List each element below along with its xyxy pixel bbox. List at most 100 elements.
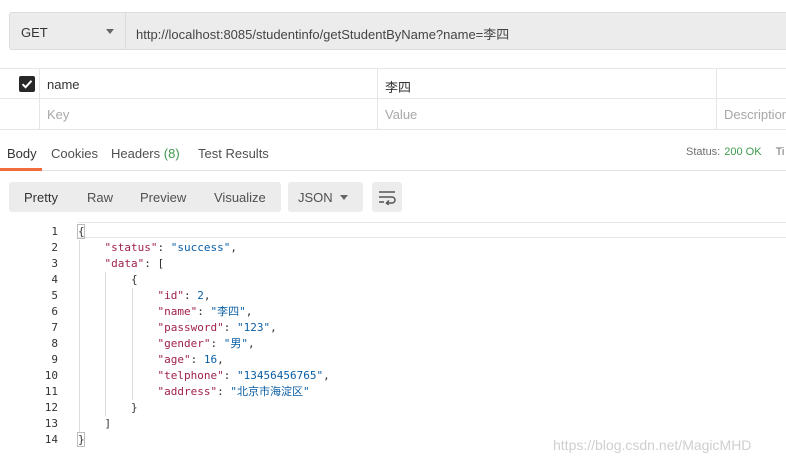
code-line: "address": "北京市海淀区" [78, 384, 310, 400]
json-value: 16 [203, 353, 218, 366]
json-punctuation [78, 257, 105, 270]
json-value: "13456456765" [236, 369, 324, 382]
code-line: "telphone": "13456456765", [78, 368, 330, 384]
json-punctuation: : [183, 289, 198, 302]
view-mode-raw[interactable]: Raw [87, 190, 113, 205]
line-number: 6 [51, 305, 58, 318]
json-punctuation [78, 305, 157, 318]
view-mode-preview[interactable]: Preview [140, 190, 186, 205]
json-punctuation: } [78, 401, 138, 414]
json-punctuation: , [245, 305, 253, 318]
active-tab-indicator [0, 168, 42, 171]
json-punctuation: , [203, 289, 211, 302]
param-row: name 李四 [0, 68, 786, 99]
line-number: 11 [44, 385, 58, 398]
method-select[interactable]: GET [9, 12, 126, 50]
line-number: 9 [51, 353, 58, 366]
wrap-lines-button[interactable] [372, 182, 402, 212]
tab-headers-label: Headers [111, 146, 161, 161]
json-value: 2 [197, 289, 204, 302]
json-punctuation: : [197, 305, 211, 318]
json-value: "李四" [210, 305, 246, 318]
matched-bracket-highlight [77, 432, 85, 447]
url-input[interactable]: http://localhost:8085/studentinfo/getStu… [125, 12, 786, 50]
json-punctuation: : [ [144, 257, 165, 270]
time-label-truncated: Ti [775, 146, 785, 158]
format-select[interactable]: JSON [288, 182, 363, 212]
chevron-down-icon [340, 195, 348, 200]
json-key: "gender" [157, 337, 211, 350]
view-mode-pretty[interactable]: Pretty [24, 190, 58, 205]
json-punctuation [78, 337, 157, 350]
json-punctuation: : [223, 321, 237, 334]
json-punctuation [78, 369, 157, 382]
json-key: "telphone" [157, 369, 224, 382]
json-punctuation: : [157, 241, 171, 254]
watermark: https://blog.csdn.net/MagicMHD [553, 437, 752, 453]
new-param-description-input[interactable]: Description [717, 99, 786, 129]
tab-headers[interactable]: Headers (8) [111, 146, 180, 161]
status-label: Status: [686, 146, 721, 158]
code-line: "password": "123", [78, 320, 276, 336]
response-tabs: Body Cookies Headers (8) Test Results St… [0, 138, 786, 171]
new-param-key-input[interactable]: Key [40, 99, 378, 129]
json-punctuation: , [247, 337, 255, 350]
request-bar: GET http://localhost:8085/studentinfo/ge… [0, 0, 786, 60]
status-badge: 200 OK [724, 146, 762, 158]
param-checkbox-cell[interactable] [0, 69, 40, 99]
json-punctuation: : [217, 385, 231, 398]
response-body-editor[interactable]: 1 2 3 4 5 6 7 8 9 10 11 12 13 14 { "status": "success… [0, 222, 786, 465]
json-value: "success" [170, 241, 231, 254]
line-number: 3 [51, 257, 58, 270]
json-key: "age" [157, 353, 191, 366]
json-value: "男" [223, 337, 248, 350]
indent-guide [79, 240, 80, 432]
json-key: "name" [157, 305, 198, 318]
line-number: 8 [51, 337, 58, 350]
param-key-input[interactable]: name [40, 69, 378, 99]
param-value-input[interactable]: 李四 [378, 69, 717, 99]
json-key: "data" [104, 257, 145, 270]
json-key: "status" [104, 241, 158, 254]
active-line-highlight [78, 222, 786, 238]
line-number: 12 [44, 401, 58, 414]
line-number-gutter: 1 2 3 4 5 6 7 8 9 10 11 12 13 14 [0, 222, 70, 465]
param-row-new: Key Value Description [0, 99, 786, 130]
line-number: 5 [51, 289, 58, 302]
wrap-lines-icon [379, 191, 396, 205]
code-line: { [78, 272, 138, 288]
code-line: "id": 2, [78, 288, 210, 304]
code-line: } [78, 400, 138, 416]
line-number: 14 [44, 433, 58, 446]
json-punctuation: : [223, 369, 237, 382]
response-status: Status: 200 OK Ti [686, 146, 784, 158]
line-number: 4 [51, 273, 58, 286]
json-punctuation: , [323, 369, 330, 382]
json-key: "password" [157, 321, 224, 334]
tab-test-results[interactable]: Test Results [198, 146, 269, 161]
json-punctuation [78, 385, 157, 398]
json-value: "北京市海淀区" [230, 385, 310, 398]
new-param-value-input[interactable]: Value [378, 99, 717, 129]
json-punctuation [78, 241, 105, 254]
code-line: "age": 16, [78, 352, 223, 368]
view-mode-visualize[interactable]: Visualize [214, 190, 266, 205]
line-number: 2 [51, 241, 58, 254]
method-label: GET [21, 25, 48, 40]
tab-cookies[interactable]: Cookies [51, 146, 98, 161]
params-table: name 李四 Key Value Description [0, 68, 786, 130]
json-value: "123" [236, 321, 271, 334]
tab-body[interactable]: Body [7, 146, 37, 161]
line-number: 13 [44, 417, 58, 430]
json-punctuation: : [210, 337, 224, 350]
format-label: JSON [298, 190, 333, 205]
json-punctuation: ] [78, 417, 112, 430]
checkbox-checked-icon[interactable] [19, 76, 35, 92]
json-key: "id" [157, 289, 184, 302]
indent-guide [132, 288, 133, 400]
param-description-input[interactable] [717, 69, 786, 99]
param-checkbox-cell-empty [0, 99, 40, 129]
json-punctuation [78, 321, 157, 334]
line-number: 10 [44, 369, 58, 382]
json-punctuation: { [78, 273, 138, 286]
